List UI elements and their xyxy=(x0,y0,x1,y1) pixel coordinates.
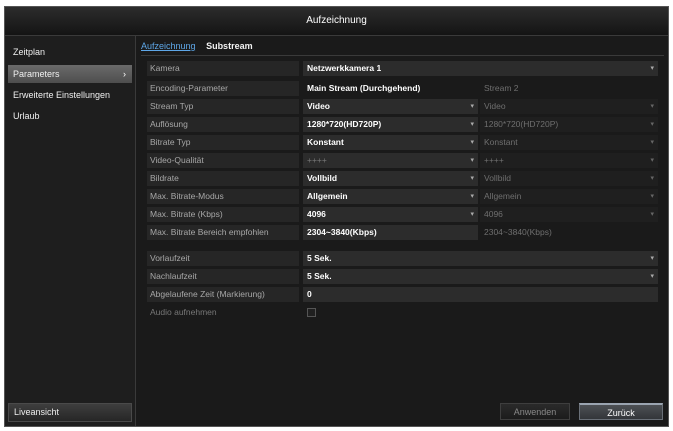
tab-recording[interactable]: Aufzeichnung xyxy=(141,39,196,54)
chevron-down-icon: ▾ xyxy=(650,175,654,182)
back-button[interactable]: Zurück xyxy=(579,403,663,420)
post-record-label: Nachlaufzeit xyxy=(147,269,299,284)
video-quality-main-select: ++++ ▾ xyxy=(303,153,478,168)
resolution-label: Auflösung xyxy=(147,117,299,132)
framerate-sub-value: Vollbild xyxy=(484,173,511,183)
chevron-down-icon: ▾ xyxy=(650,121,654,128)
sidebar: Zeitplan Parameters › Erweiterte Einstel… xyxy=(5,36,136,426)
max-bitrate-mode-main-select[interactable]: Allgemein ▾ xyxy=(303,189,478,204)
chevron-down-icon: ▾ xyxy=(470,193,474,200)
stream-type-sub-value: Video xyxy=(484,101,506,111)
bitrate-type-sub-value: Konstant xyxy=(484,137,518,147)
chevron-down-icon: ▾ xyxy=(650,255,654,262)
chevron-down-icon: ▾ xyxy=(650,65,654,72)
max-bitrate-mode-sub-select: Allgemein ▾ xyxy=(480,189,658,204)
tab-substream[interactable]: Substream xyxy=(206,39,253,54)
encoding-main-header: Main Stream (Durchgehend) xyxy=(307,83,421,93)
bitrate-type-sub-select: Konstant ▾ xyxy=(480,135,658,150)
sidebar-item-holiday[interactable]: Urlaub xyxy=(5,106,135,127)
pre-record-label: Vorlaufzeit xyxy=(147,251,299,266)
max-bitrate-main-value: 4096 xyxy=(307,209,326,219)
chevron-right-icon: › xyxy=(123,69,126,79)
camera-select[interactable]: Netzwerkkamera 1 ▾ xyxy=(303,61,658,76)
encoding-label: Encoding-Parameter xyxy=(147,81,299,96)
max-bitrate-range-main: 2304~3840(Kbps) xyxy=(303,225,478,240)
encoding-sub-header: Stream 2 xyxy=(484,83,519,93)
video-quality-sub-value: ++++ xyxy=(484,155,504,165)
camera-label: Kamera xyxy=(147,61,299,76)
max-bitrate-mode-sub-value: Allgemein xyxy=(484,191,522,201)
chevron-down-icon: ▾ xyxy=(650,193,654,200)
bitrate-type-main-value: Konstant xyxy=(307,137,344,147)
video-quality-main-value: ++++ xyxy=(307,155,327,165)
pre-record-select[interactable]: 5 Sek. ▾ xyxy=(303,251,658,266)
framerate-sub-select: Vollbild ▾ xyxy=(480,171,658,186)
sidebar-item-schedule[interactable]: Zeitplan xyxy=(5,42,135,63)
resolution-main-value: 1280*720(HD720P) xyxy=(307,119,382,129)
expired-time-input[interactable]: 0 xyxy=(303,287,658,302)
tab-bar: Aufzeichnung Substream xyxy=(141,39,664,56)
video-quality-sub-select: ++++ ▾ xyxy=(480,153,658,168)
chevron-down-icon: ▾ xyxy=(470,121,474,128)
expired-time-label: Abgelaufene Zeit (Markierung) xyxy=(147,287,299,302)
chevron-down-icon: ▾ xyxy=(650,157,654,164)
pre-record-value: 5 Sek. xyxy=(307,253,332,263)
max-bitrate-mode-main-value: Allgemein xyxy=(307,191,348,201)
max-bitrate-range-label: Max. Bitrate Bereich empfohlen xyxy=(147,225,299,240)
resolution-main-select[interactable]: 1280*720(HD720P) ▾ xyxy=(303,117,478,132)
sidebar-item-advanced-settings[interactable]: Erweiterte Einstellungen xyxy=(5,85,135,106)
post-record-select[interactable]: 5 Sek. ▾ xyxy=(303,269,658,284)
framerate-main-value: Vollbild xyxy=(307,173,338,183)
stream-type-sub-select: Video ▾ xyxy=(480,99,658,114)
chevron-down-icon: ▾ xyxy=(650,139,654,146)
framerate-label: Bildrate xyxy=(147,171,299,186)
resolution-sub-value: 1280*720(HD720P) xyxy=(484,119,559,129)
stream-type-main-value: Video xyxy=(307,101,330,111)
audio-checkbox[interactable] xyxy=(307,308,316,317)
stream-type-label: Stream Typ xyxy=(147,99,299,114)
bitrate-type-label: Bitrate Typ xyxy=(147,135,299,150)
max-bitrate-label: Max. Bitrate (Kbps) xyxy=(147,207,299,222)
audio-label: Audio aufnehmen xyxy=(150,307,217,317)
resolution-sub-select: 1280*720(HD720P) ▾ xyxy=(480,117,658,132)
video-quality-label: Video-Qualität xyxy=(147,153,299,168)
chevron-down-icon: ▾ xyxy=(650,273,654,280)
chevron-down-icon: ▾ xyxy=(470,139,474,146)
camera-value: Netzwerkkamera 1 xyxy=(307,63,382,73)
chevron-down-icon: ▾ xyxy=(470,157,474,164)
post-record-value: 5 Sek. xyxy=(307,271,332,281)
recording-settings-window: Aufzeichnung Zeitplan Parameters › Erwei… xyxy=(4,6,669,427)
live-view-button[interactable]: Liveansicht xyxy=(8,403,132,422)
sidebar-item-label: Parameters xyxy=(13,69,60,79)
chevron-down-icon: ▾ xyxy=(650,103,654,110)
max-bitrate-mode-label: Max. Bitrate-Modus xyxy=(147,189,299,204)
window-title: Aufzeichnung xyxy=(5,7,668,36)
max-bitrate-sub-select: 4096 ▾ xyxy=(480,207,658,222)
max-bitrate-main-select[interactable]: 4096 ▾ xyxy=(303,207,478,222)
main-panel: Aufzeichnung Substream Kamera Netzwerkka… xyxy=(136,36,668,426)
chevron-down-icon: ▾ xyxy=(470,103,474,110)
max-bitrate-sub-value: 4096 xyxy=(484,209,503,219)
sidebar-item-parameters[interactable]: Parameters › xyxy=(8,65,132,83)
chevron-down-icon: ▾ xyxy=(470,175,474,182)
bitrate-type-main-select[interactable]: Konstant ▾ xyxy=(303,135,478,150)
chevron-down-icon: ▾ xyxy=(470,211,474,218)
framerate-main-select[interactable]: Vollbild ▾ xyxy=(303,171,478,186)
stream-type-main-select[interactable]: Video ▾ xyxy=(303,99,478,114)
max-bitrate-range-sub: 2304~3840(Kbps) xyxy=(484,227,552,237)
chevron-down-icon: ▾ xyxy=(650,211,654,218)
apply-button[interactable]: Anwenden xyxy=(500,403,570,420)
